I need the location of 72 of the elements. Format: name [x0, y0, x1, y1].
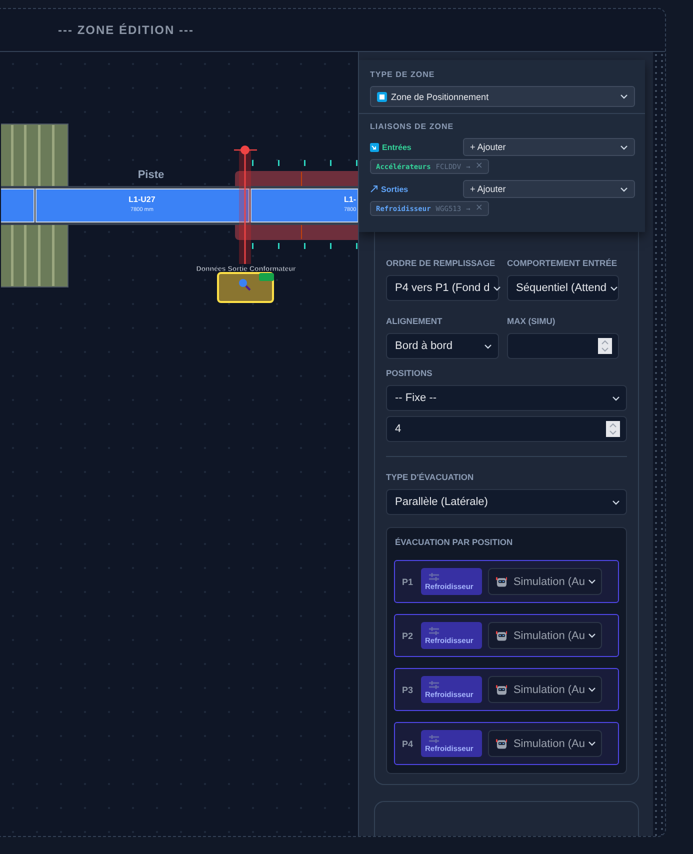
- evacuation-type-select[interactable]: Parallèle (Latérale): [386, 489, 627, 515]
- tick-mark: [356, 243, 358, 249]
- robot-icon: [496, 576, 508, 588]
- field-label: MAX (SIMU): [507, 315, 556, 328]
- transfer-icon: [429, 572, 439, 580]
- chevron-icon: [620, 186, 628, 192]
- chevron-icon: [588, 579, 596, 584]
- section-label: LIAISONS DE ZONE: [370, 122, 455, 131]
- link-label: Entrées: [370, 142, 412, 152]
- arrow-icon: [370, 185, 378, 193]
- tick-mark: [304, 160, 306, 166]
- tick-mark: [330, 160, 332, 166]
- position-label: P2: [402, 630, 414, 640]
- position-label: P1: [402, 576, 414, 586]
- positions-select[interactable]: -- Fixe --: [386, 385, 627, 411]
- status-badge: [259, 273, 274, 281]
- search-icon: [239, 279, 251, 291]
- transfer-icon: [429, 680, 439, 688]
- position-label: P3: [402, 684, 414, 694]
- chevron-icon: [588, 741, 596, 746]
- fill-order-select[interactable]: P4 vers P1 (Fond d: [386, 275, 499, 301]
- tick-mark: [278, 160, 280, 166]
- rack-drawing: [1, 124, 68, 188]
- chevron-icon: [620, 94, 628, 99]
- tick-mark: [356, 160, 358, 166]
- mode-select[interactable]: Simulation (Au: [488, 676, 602, 703]
- field-label: TYPE D'ÉVACUATION: [386, 471, 475, 484]
- track-drawing[interactable]: [1, 186, 358, 225]
- tick-mark: [252, 243, 254, 249]
- section-title: --- ZONE ÉDITION ---: [58, 23, 194, 37]
- chevron-icon: [612, 500, 620, 504]
- add-select[interactable]: + Ajouter: [463, 138, 635, 156]
- chevron-icon: [620, 144, 628, 150]
- mode-select[interactable]: Simulation (Au: [488, 730, 602, 757]
- field-label: ORDRE DE REMPLISSAGE: [386, 257, 496, 270]
- section-label: TYPE DE ZONE: [370, 70, 436, 79]
- positions-input-field[interactable]: 4: [386, 416, 627, 442]
- mode-select[interactable]: Simulation (Au: [488, 622, 602, 649]
- marker-line[interactable]: [234, 146, 257, 264]
- robot-icon: [496, 738, 508, 750]
- alignment-select[interactable]: Bord à bord: [386, 333, 499, 359]
- tick-mark: [330, 243, 332, 249]
- chevron-icon: [484, 344, 492, 348]
- chevron-icon: [612, 396, 620, 400]
- tick-mark: [278, 243, 280, 249]
- entry-icon: [370, 142, 379, 152]
- square-icon: [377, 92, 387, 102]
- transfer-icon: [429, 734, 439, 742]
- panel-title: ÉVACUATION PAR POSITION: [395, 536, 514, 549]
- chevron-icon: [492, 286, 501, 290]
- entry-behavior-select[interactable]: Séquentiel (Attend: [507, 275, 619, 301]
- tick-mark: [304, 243, 306, 249]
- track-label: Piste: [138, 169, 164, 181]
- position-label: P4: [402, 738, 414, 748]
- marker-box[interactable]: [217, 272, 274, 303]
- transfer-icon: [429, 626, 439, 634]
- field-label: ALIGNEMENT: [386, 315, 444, 328]
- segment-code: L1-U27: [128, 195, 156, 204]
- field-label: POSITIONS: [386, 367, 434, 380]
- field-label: COMPORTEMENT ENTRÉE: [507, 257, 618, 270]
- zone-type-select[interactable]: Zone de Positionnement: [370, 86, 635, 107]
- add-select[interactable]: + Ajouter: [463, 180, 635, 198]
- robot-icon: [496, 630, 508, 642]
- segment-code: L1-: [344, 195, 356, 204]
- chevron-icon: [588, 687, 596, 692]
- link-label: Sorties: [370, 184, 408, 194]
- max-input-field[interactable]: [507, 333, 619, 359]
- tick-mark: [252, 160, 254, 166]
- robot-icon: [496, 684, 508, 696]
- chevron-icon: [588, 633, 596, 638]
- chevron-icon: [610, 286, 618, 290]
- mode-select[interactable]: Simulation (Au: [488, 568, 602, 595]
